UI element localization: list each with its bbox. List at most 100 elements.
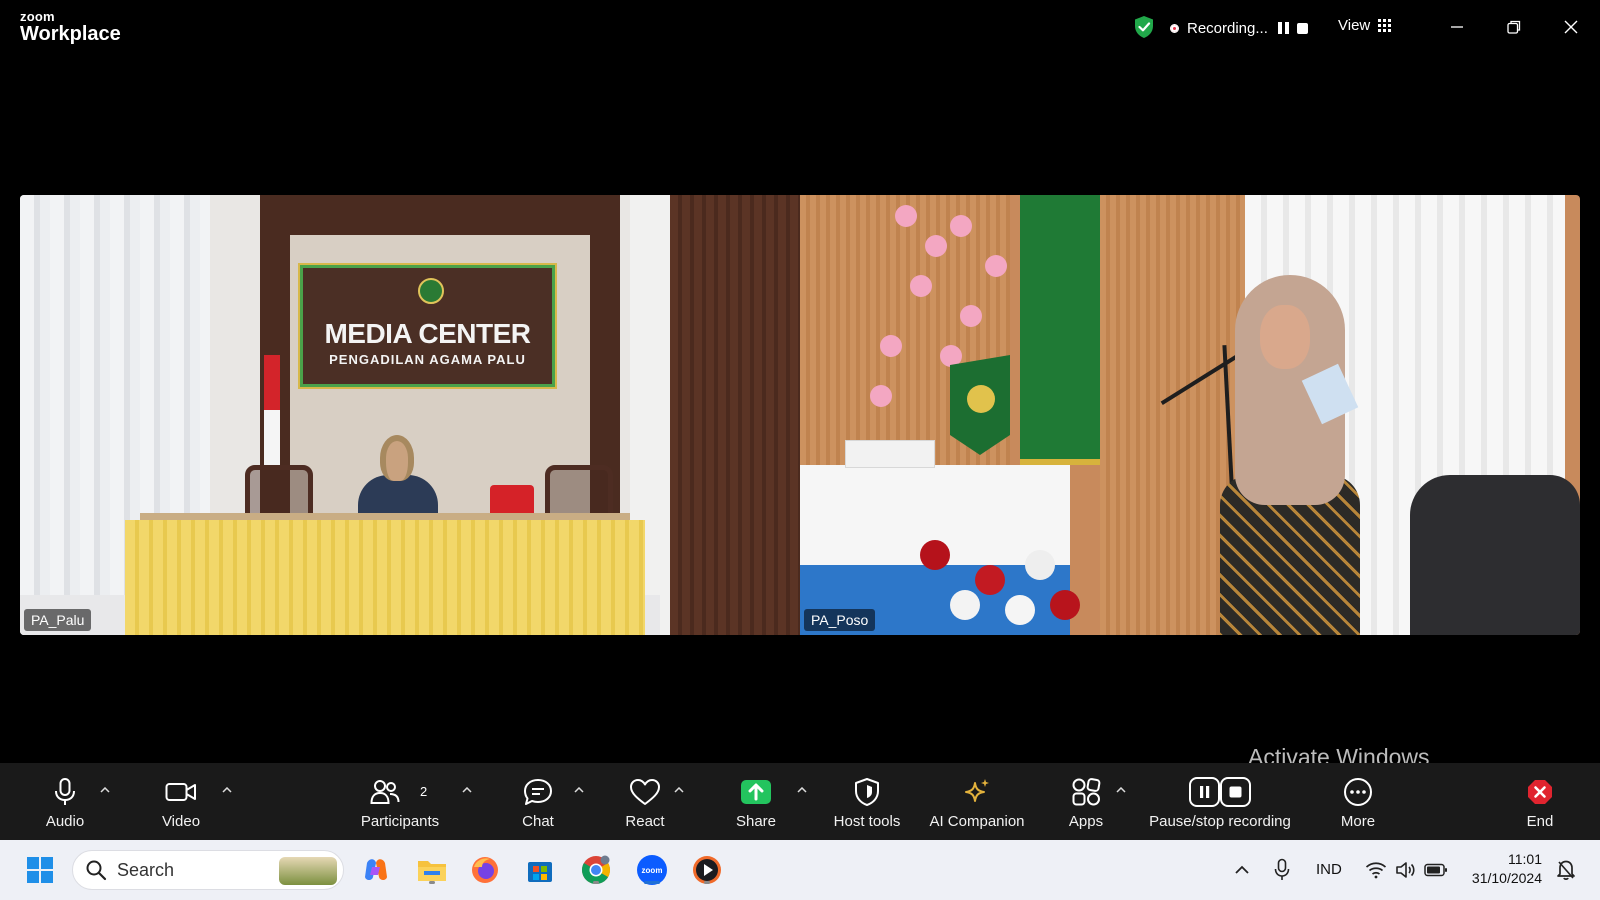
video-tile-pa-poso[interactable]: PA_Poso [800, 195, 1580, 635]
flag-emblem-icon [967, 385, 995, 413]
search-placeholder: Search [117, 859, 175, 880]
participants-label: Participants [360, 813, 440, 830]
media-player-app[interactable] [689, 852, 725, 888]
taskbar-search-box[interactable]: Search [72, 850, 344, 890]
microphone-icon [1274, 858, 1290, 880]
apps-label: Apps [1068, 813, 1104, 830]
copilot-app[interactable] [358, 852, 394, 888]
react-label: React [625, 813, 665, 830]
tissue-box [845, 440, 935, 468]
heart-icon [630, 779, 660, 805]
close-window-button[interactable] [1556, 12, 1586, 42]
audio-button[interactable]: Audio [34, 763, 96, 840]
pause-stop-recording-label: Pause/stop recording [1149, 813, 1291, 830]
notifications-button[interactable] [1548, 852, 1584, 888]
office-chair [1410, 475, 1580, 635]
video-gallery: MEDIA CENTER PENGADILAN AGAMA PALU PA_Pa… [20, 195, 1580, 635]
more-ellipsis-icon [1344, 778, 1372, 806]
minimize-button[interactable] [1442, 12, 1472, 42]
chat-label: Chat [522, 813, 554, 830]
input-language-indicator[interactable]: IND [1316, 861, 1342, 878]
more-button[interactable]: More [1330, 763, 1386, 840]
zoom-app[interactable]: zoom [634, 852, 670, 888]
audio-options-chevron-icon[interactable] [98, 783, 112, 797]
yellow-table-skirt [125, 520, 645, 635]
video-tile-pa-palu[interactable]: MEDIA CENTER PENGADILAN AGAMA PALU PA_Pa… [20, 195, 800, 635]
minimize-icon [1451, 26, 1463, 28]
firefox-app[interactable] [467, 852, 503, 888]
participant-name-tag: PA_Poso [804, 609, 876, 631]
encryption-shield-icon[interactable] [1133, 15, 1155, 39]
shield-icon [855, 778, 879, 806]
audio-label: Audio [45, 813, 85, 830]
windows-logo-icon [27, 857, 53, 883]
share-button[interactable]: Share [726, 763, 786, 840]
microphone-tray-button[interactable] [1264, 852, 1300, 888]
chevron-up-icon [1235, 865, 1249, 874]
media-center-sign: MEDIA CENTER PENGADILAN AGAMA PALU [300, 265, 555, 387]
more-label: More [1340, 813, 1376, 830]
share-options-chevron-icon[interactable] [795, 783, 809, 797]
windows-taskbar: Search zoom IND 11:01 31/10/2024 [0, 840, 1600, 900]
file-explorer-app[interactable] [414, 852, 450, 888]
video-options-chevron-icon[interactable] [220, 783, 234, 797]
battery-tray-button[interactable] [1418, 852, 1454, 888]
wifi-icon [1365, 862, 1387, 879]
running-indicator [429, 881, 435, 884]
restore-button[interactable] [1499, 12, 1529, 42]
title-bar: zoom Workplace Recording... View [0, 0, 1600, 54]
chat-options-chevron-icon[interactable] [572, 783, 586, 797]
green-flag [1020, 195, 1100, 465]
copilot-icon [365, 859, 387, 880]
show-hidden-icons-button[interactable] [1224, 852, 1260, 888]
store-icon [528, 862, 552, 882]
restore-icon [1507, 20, 1521, 34]
view-button[interactable]: View [1338, 17, 1392, 34]
chair [245, 465, 313, 520]
logo-workplace-text: Workplace [20, 23, 121, 45]
sparkle-icon [965, 779, 989, 802]
host-tools-button[interactable]: Host tools [826, 763, 908, 840]
participant-name-tag: PA_Palu [24, 609, 92, 631]
stop-recording-icon[interactable] [1296, 22, 1308, 34]
start-button[interactable] [22, 852, 58, 888]
recording-label: Recording... [1187, 19, 1268, 37]
participants-options-chevron-icon[interactable] [460, 783, 474, 797]
participants-button[interactable]: Participants [352, 763, 448, 840]
recording-dot-icon [1170, 23, 1179, 33]
svg-text:zoom: zoom [642, 866, 663, 875]
apps-button[interactable]: Apps [1056, 763, 1116, 840]
pause-stop-recording-icon [1189, 777, 1251, 807]
zoom-logo: zoom Workplace [20, 10, 121, 44]
pause-stop-recording-button[interactable]: Pause/stop recording [1145, 763, 1295, 840]
video-button[interactable]: Video [150, 763, 212, 840]
end-meeting-button[interactable]: End [1512, 763, 1568, 840]
microsoft-store-app[interactable] [522, 852, 558, 888]
share-label: Share [735, 813, 777, 830]
sign-title: MEDIA CENTER [324, 318, 531, 349]
host-tools-label: Host tools [833, 813, 901, 830]
end-meeting-icon [1528, 780, 1552, 804]
search-highlight-image [279, 857, 337, 885]
chair [545, 465, 613, 520]
notification-bell-icon [1557, 860, 1575, 880]
end-label: End [1526, 813, 1554, 830]
wooden-door [670, 195, 800, 635]
chat-bubble-icon [524, 779, 552, 805]
grid-view-icon [1378, 19, 1392, 32]
chrome-app[interactable] [578, 852, 614, 888]
microphone-icon [55, 778, 75, 805]
participants-count: 2 [420, 784, 428, 799]
chat-button[interactable]: Chat [510, 763, 566, 840]
react-button[interactable]: React [616, 763, 674, 840]
view-label: View [1338, 17, 1371, 34]
react-options-chevron-icon[interactable] [672, 783, 686, 797]
ai-companion-button[interactable]: AI Companion [925, 763, 1029, 840]
speaker-person [1210, 275, 1370, 635]
search-icon [86, 860, 107, 881]
sign-subtitle: PENGADILAN AGAMA PALU [329, 352, 526, 367]
taskbar-clock[interactable]: 11:01 31/10/2024 [1462, 850, 1542, 888]
recording-indicator: Recording... [1170, 17, 1308, 39]
pause-recording-icon[interactable] [1277, 22, 1289, 34]
apps-options-chevron-icon[interactable] [1114, 783, 1128, 797]
